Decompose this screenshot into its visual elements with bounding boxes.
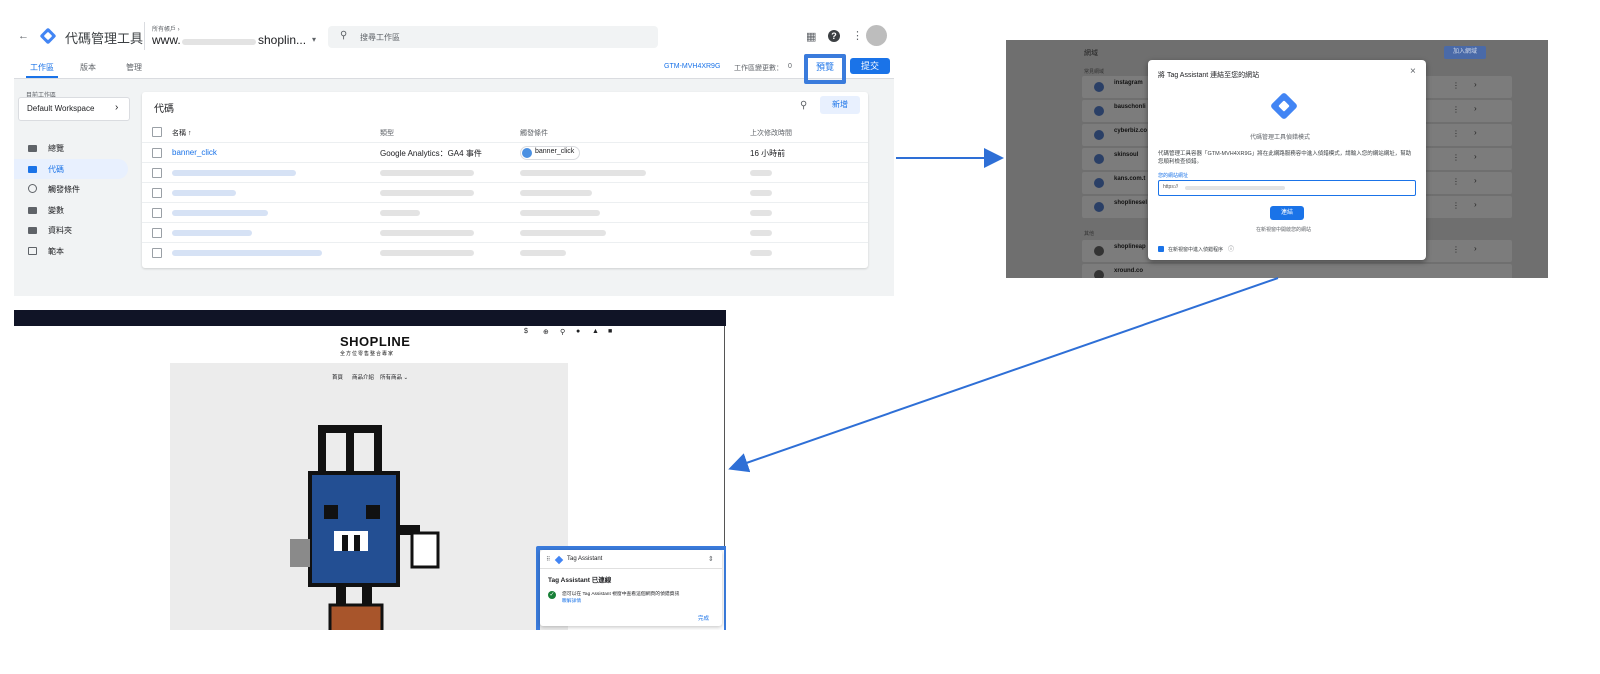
flow-arrows: [728, 148, 1279, 473]
arrow-assistant-to-store: [728, 277, 1279, 473]
